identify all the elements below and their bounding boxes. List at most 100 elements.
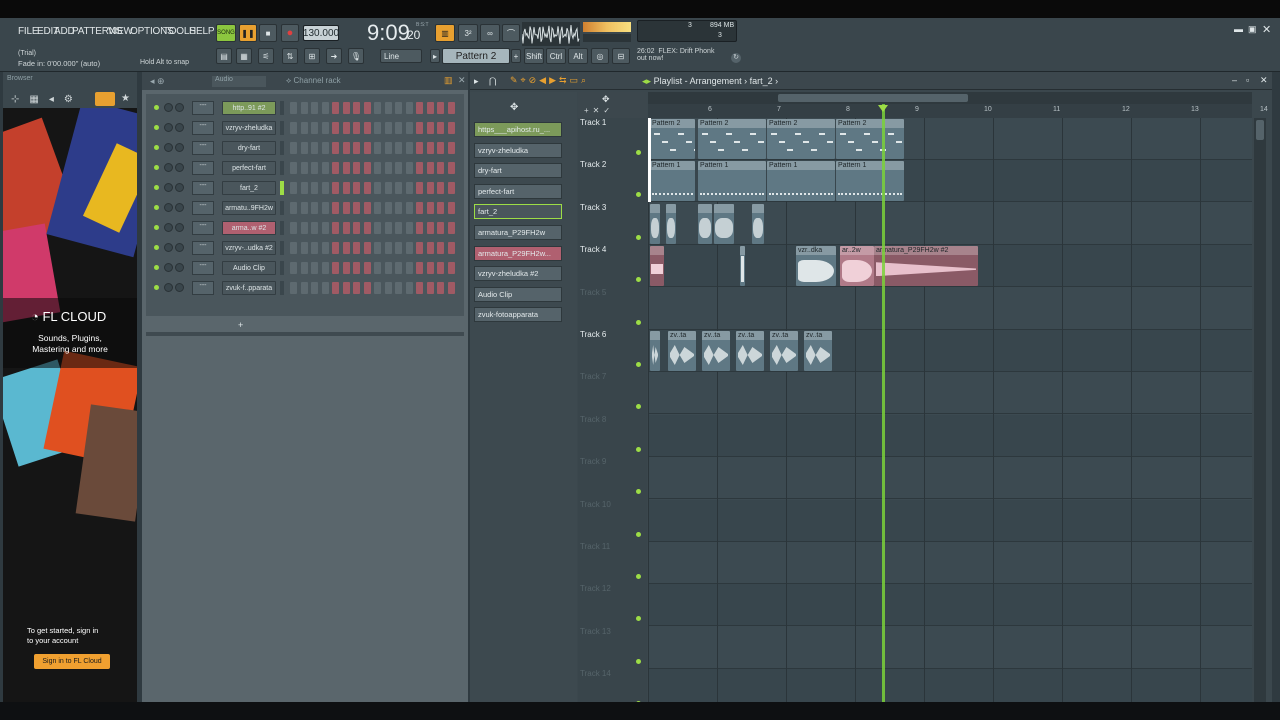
step-button[interactable]: [342, 202, 350, 214]
step-button[interactable]: [300, 262, 308, 274]
playhead-handle[interactable]: [878, 105, 888, 112]
channel-select-indicator[interactable]: [280, 161, 284, 175]
step-button[interactable]: [311, 182, 318, 194]
step-button[interactable]: [416, 262, 423, 274]
track-label[interactable]: Track 7: [580, 372, 606, 381]
channel-name-button[interactable]: http..91 #2: [222, 101, 276, 115]
track-lane[interactable]: [648, 584, 1252, 627]
menu-help[interactable]: HELP: [189, 26, 215, 37]
step-button[interactable]: [321, 262, 329, 274]
track-lane[interactable]: [648, 542, 1252, 584]
audio-clip[interactable]: vzr..dka: [796, 246, 836, 287]
picker-item[interactable]: perfect-fart: [474, 183, 562, 199]
metronome-button[interactable]: ▥: [435, 24, 455, 42]
track-label[interactable]: Track 14: [580, 669, 611, 678]
step-button[interactable]: [447, 182, 455, 194]
ctrl-key-button[interactable]: Ctrl: [546, 48, 566, 64]
channel-volume-knob[interactable]: [175, 183, 184, 192]
step-button[interactable]: [332, 202, 339, 214]
step-button[interactable]: [300, 162, 308, 174]
favorites-tab[interactable]: ★: [121, 93, 130, 104]
step-button[interactable]: [384, 262, 392, 274]
step-button[interactable]: [332, 122, 339, 134]
step-button[interactable]: [437, 262, 444, 274]
channel-led[interactable]: [154, 285, 159, 290]
track-label[interactable]: Track 11: [580, 542, 610, 551]
step-button[interactable]: [332, 282, 339, 294]
step-button[interactable]: [447, 202, 455, 214]
audio-clip[interactable]: [650, 331, 660, 371]
step-button[interactable]: [437, 182, 444, 194]
step-button[interactable]: [353, 142, 360, 154]
step-button[interactable]: [363, 162, 371, 174]
track-lane[interactable]: [648, 288, 1252, 330]
pattern-clip[interactable]: Pattern 2: [767, 119, 835, 159]
step-button[interactable]: [332, 162, 339, 174]
step-button[interactable]: [395, 122, 402, 134]
add-pattern-button[interactable]: +: [511, 49, 521, 63]
track-lane[interactable]: [648, 457, 1252, 500]
step-button[interactable]: [353, 162, 360, 174]
step-button[interactable]: [290, 242, 297, 254]
step-button[interactable]: [416, 142, 423, 154]
step-button[interactable]: [426, 102, 434, 114]
audio-clip[interactable]: zv..ta: [668, 331, 696, 371]
step-button[interactable]: [332, 142, 339, 154]
picker-item[interactable]: vzryv-zheludka: [474, 142, 562, 158]
sign-in-button[interactable]: Sign in to FL Cloud: [34, 654, 110, 669]
step-button[interactable]: [290, 262, 297, 274]
step-button[interactable]: [342, 122, 350, 134]
step-button[interactable]: [447, 282, 455, 294]
channel-volume-knob[interactable]: [175, 203, 184, 212]
audio-clip[interactable]: [698, 203, 712, 244]
audio-clip[interactable]: zv..ta: [702, 331, 730, 371]
channel-row[interactable]: --- zvuk-f..pparata: [152, 280, 467, 296]
step-button[interactable]: [332, 242, 339, 254]
audio-clip[interactable]: [650, 203, 660, 244]
step-button[interactable]: [300, 102, 308, 114]
step-button[interactable]: [353, 222, 360, 234]
step-button[interactable]: [405, 262, 413, 274]
step-button[interactable]: [332, 102, 339, 114]
step-button[interactable]: [405, 122, 413, 134]
step-button[interactable]: [353, 282, 360, 294]
view-playlist-button[interactable]: ▤: [216, 48, 232, 64]
step-button[interactable]: [290, 102, 297, 114]
step-button[interactable]: [374, 282, 381, 294]
record-audio-button[interactable]: 🎙: [348, 48, 364, 64]
step-button[interactable]: [437, 102, 444, 114]
pattern-clip[interactable]: Pattern 1: [767, 161, 835, 202]
step-button[interactable]: [416, 222, 423, 234]
step-button[interactable]: [416, 242, 423, 254]
step-button[interactable]: [374, 222, 381, 234]
wait-input-button[interactable]: 3²: [458, 24, 478, 42]
track-mute-led[interactable]: [636, 319, 641, 325]
step-button[interactable]: [447, 122, 455, 134]
channel-mixer-track[interactable]: ---: [192, 241, 214, 255]
pattern-clip[interactable]: Pattern 2: [650, 119, 695, 159]
step-button[interactable]: [416, 202, 423, 214]
track-toggle-tools[interactable]: +✕✓: [584, 106, 614, 115]
step-button[interactable]: [332, 182, 339, 194]
step-button[interactable]: [374, 202, 381, 214]
step-button[interactable]: [405, 222, 413, 234]
track-mute-led[interactable]: [636, 277, 641, 283]
step-button[interactable]: [384, 162, 392, 174]
step-button[interactable]: [447, 262, 455, 274]
audio-clip[interactable]: ar..2w: [840, 246, 874, 287]
step-button[interactable]: [437, 202, 444, 214]
playlist-maximize[interactable]: ▫: [1246, 75, 1249, 85]
step-button[interactable]: [395, 222, 402, 234]
track-lane[interactable]: [648, 414, 1252, 457]
audio-clip[interactable]: [666, 203, 676, 244]
step-button[interactable]: [363, 102, 371, 114]
channel-led[interactable]: [154, 145, 159, 150]
snap-select[interactable]: Line: [380, 49, 422, 63]
channel-mixer-track[interactable]: ---: [192, 181, 214, 195]
channel-pan-knob[interactable]: [164, 263, 173, 272]
channel-volume-knob[interactable]: [175, 123, 184, 132]
record-button[interactable]: ●: [281, 24, 299, 42]
maximize-button[interactable]: ▣: [1248, 24, 1257, 35]
channel-name-button[interactable]: zvuk-f..pparata: [222, 281, 276, 295]
channel-mixer-track[interactable]: ---: [192, 101, 214, 115]
